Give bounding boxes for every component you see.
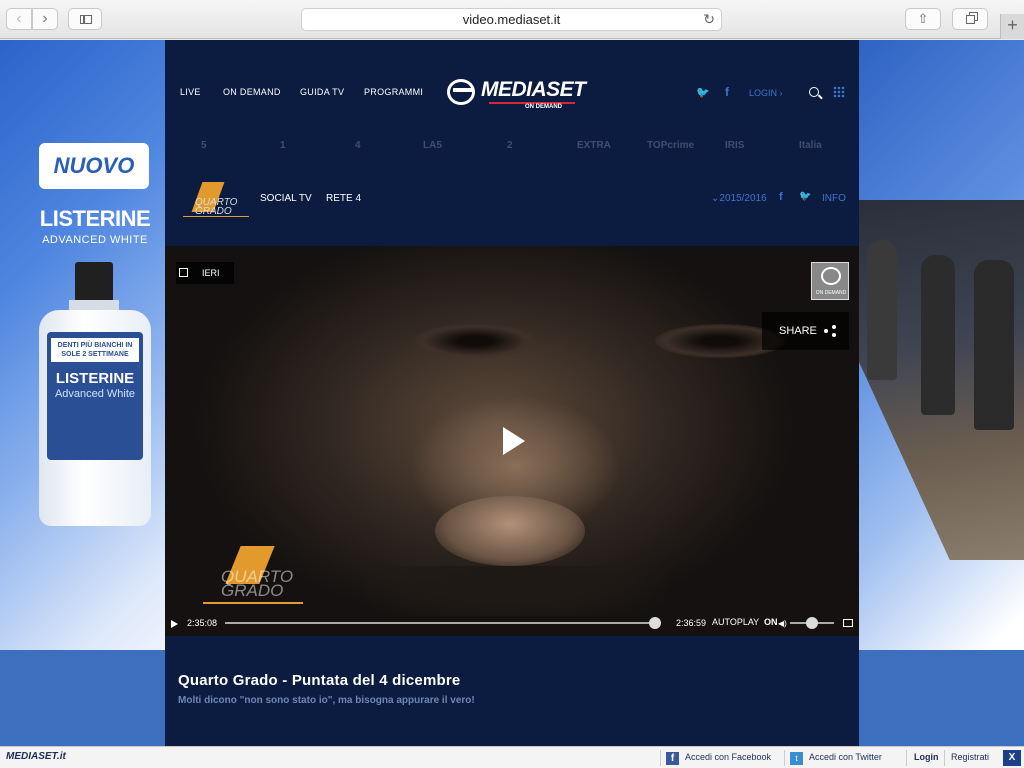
fullscreen-icon[interactable] <box>843 619 853 627</box>
time-current: 2:35:08 <box>187 618 218 628</box>
new-tab-button[interactable]: + <box>1000 14 1024 39</box>
program-watermark: QUARTO GRADO <box>203 546 303 606</box>
channel-italia2[interactable]: 2 <box>507 140 513 151</box>
twitter-login-button[interactable]: Accedi con Twitter <box>809 752 882 762</box>
channel-rete4[interactable]: 4 <box>355 140 361 151</box>
channel-iris[interactable]: IRIS <box>725 140 744 151</box>
nav-on-demand[interactable]: ON DEMAND <box>223 87 281 97</box>
twitter-login-icon: t <box>790 752 803 765</box>
address-bar[interactable]: video.mediaset.it ↻ <box>301 8 722 31</box>
ad-product-bottle: DENTI PIÙ BIANCHI IN SOLE 2 SETTIMANE LI… <box>39 262 151 526</box>
browser-toolbar: ‹ › video.mediaset.it ↻ ⇧ + <box>0 0 1024 39</box>
sidebar-icon <box>80 15 92 24</box>
ad-brand: LISTERINE <box>39 206 151 231</box>
reload-icon[interactable]: ↻ <box>703 9 715 30</box>
facebook-login-button[interactable]: Accedi con Facebook <box>685 752 771 762</box>
site-container: LIVE ON DEMAND GUIDA TV PROGRAMMI MEDIAS… <box>165 40 859 746</box>
mediaset-logo[interactable]: MEDIASET ON DEMAND <box>445 76 586 110</box>
screen: ‹ › video.mediaset.it ↻ ⇧ + NUOVO LISTER… <box>0 0 1024 768</box>
bottle-claim: DENTI PIÙ BIANCHI IN SOLE 2 SETTIMANE <box>51 338 139 362</box>
program-twitter-icon[interactable]: 🐦 <box>799 191 811 202</box>
play-pause-icon[interactable] <box>171 620 178 628</box>
autoplay-label: AUTOPLAY <box>712 617 760 627</box>
program-nav-social-tv[interactable]: SOCIAL TV <box>260 193 312 204</box>
sidebar-toggle-button[interactable] <box>68 8 102 30</box>
program-logo[interactable]: QUARTO GRADO <box>183 180 249 218</box>
register-button[interactable]: Registrati <box>951 752 989 762</box>
season-selector[interactable]: ⌄2015/2016 <box>711 193 767 204</box>
channel-italia[interactable]: Italia <box>799 140 822 151</box>
play-icon[interactable] <box>503 427 525 455</box>
bottle-line: Advanced White <box>54 388 136 400</box>
login-link[interactable]: LOGIN › <box>749 88 783 98</box>
bottom-login-bar: MEDIASET.it f Accedi con Facebook t Acce… <box>0 746 1024 768</box>
login-button[interactable]: Login <box>914 752 939 762</box>
facebook-icon[interactable]: f <box>725 85 729 99</box>
nav-guida-tv[interactable]: GUIDA TV <box>300 87 344 97</box>
search-icon[interactable] <box>809 87 819 97</box>
channel-extra[interactable]: EXTRA <box>577 140 611 151</box>
share-page-button[interactable]: ⇧ <box>905 8 941 30</box>
facebook-login-icon: f <box>666 752 679 765</box>
bottle-brand: LISTERINE <box>55 370 135 387</box>
on-demand-badge: ON DEMAND <box>811 262 849 300</box>
channel-la5[interactable]: LA5 <box>423 140 442 151</box>
seek-handle[interactable] <box>649 617 662 629</box>
nav-programmi[interactable]: PROGRAMMI <box>364 87 423 97</box>
volume-icon[interactable]: ◀) <box>778 619 787 628</box>
time-total: 2:36:59 <box>676 618 707 628</box>
volume-handle[interactable] <box>806 617 818 629</box>
program-info-link[interactable]: INFO <box>822 193 846 204</box>
nav-live[interactable]: LIVE <box>180 87 201 97</box>
show-tabs-button[interactable] <box>952 8 988 30</box>
episode-info: Quarto Grado - Puntata del 4 dicembre Mo… <box>165 636 859 746</box>
back-button[interactable]: ‹ <box>6 8 32 30</box>
episode-description: Molti dicono "non sono stato io", ma bis… <box>178 695 475 706</box>
episode-title: Quarto Grado - Puntata del 4 dicembre <box>178 672 461 689</box>
mediaset-it-logo[interactable]: MEDIASET.it <box>6 751 66 762</box>
share-icon <box>824 325 836 337</box>
player-controls: 2:35:08 2:36:59 AUTOPLAY ON ◀) <box>165 616 859 636</box>
forward-button[interactable]: › <box>32 8 58 30</box>
share-button[interactable]: SHARE <box>762 312 849 350</box>
channel-topcrime[interactable]: TOPcrime <box>647 140 694 151</box>
ad-badge: NUOVO <box>39 143 149 189</box>
mediaset-logo-icon <box>447 79 475 105</box>
video-player[interactable]: IERI ON DEMAND SHARE QUARTO GRADO 2:35:0… <box>165 246 859 636</box>
url-text: video.mediaset.it <box>462 12 561 27</box>
apps-grid-icon[interactable] <box>833 86 845 98</box>
twitter-icon[interactable]: 🐦 <box>696 86 710 99</box>
program-nav-rete4[interactable]: RETE 4 <box>326 193 361 204</box>
channel-canale5[interactable]: 5 <box>201 140 207 151</box>
autoplay-toggle[interactable]: ON <box>764 617 778 627</box>
site-header: LIVE ON DEMAND GUIDA TV PROGRAMMI MEDIAS… <box>165 40 859 246</box>
program-facebook-icon[interactable]: f <box>779 191 783 203</box>
seek-bar[interactable] <box>225 622 661 624</box>
channel-italia1[interactable]: 1 <box>280 140 286 151</box>
close-bar-button[interactable]: X <box>1003 750 1021 766</box>
ad-line: ADVANCED WHITE <box>42 234 148 246</box>
calendar-icon <box>179 268 188 277</box>
ad-skin-left-bottom <box>0 650 165 746</box>
ad-skin-right-bottom <box>859 650 1024 746</box>
